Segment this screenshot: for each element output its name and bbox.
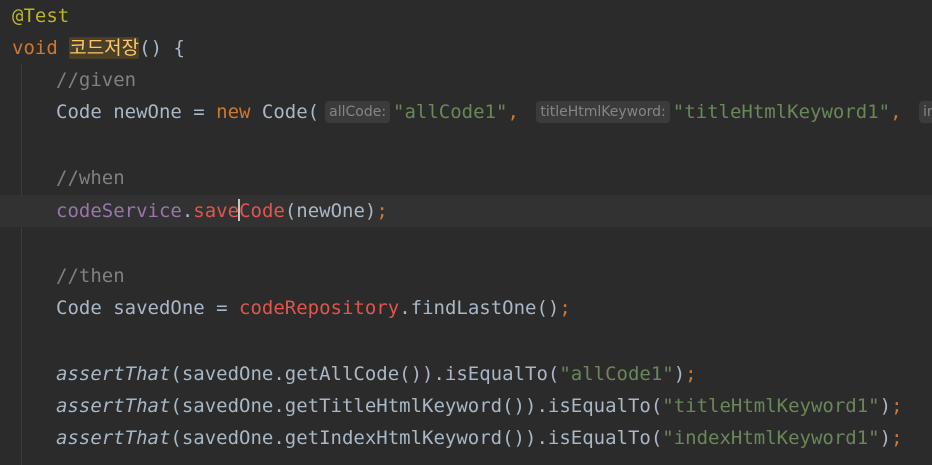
assert-fn: assertThat [56,427,171,449]
assert-value: "titleHtmlKeyword1" [662,395,880,417]
code-line-assert-title[interactable]: assertThat(savedOne.getTitleHtmlKeyword(… [0,390,932,422]
when-comment: //when [56,167,125,189]
param-hint-title: titleHtmlKeyword: [536,101,670,123]
semicolon: ; [891,427,903,449]
assert-inner: (savedOne.getAllCode()).isEqualTo( [170,363,560,385]
semicolon: ; [685,363,697,385]
assert-close: ) [879,395,892,417]
test-annotation: @Test [12,5,70,27]
return-type: void [12,37,58,59]
assert-statement: assertThat(savedOne.getTitleHtmlKeyword(… [56,390,903,422]
param-hint-index: inc [919,101,932,123]
assert-statement: assertThat(savedOne.getIndexHtmlKeyword(… [56,422,903,454]
dot: . [181,200,194,222]
type-var-savedone: Code savedOne = [56,297,240,319]
new-keyword: new [216,101,251,123]
code-line-given-comment[interactable]: //given [0,64,932,96]
assert-fn: assertThat [56,395,171,417]
given-comment: //given [56,69,137,91]
code-line-find-last[interactable]: Code savedOne = codeRepository.findLastO… [0,292,932,324]
semicolon: ; [376,200,388,222]
assert-close: ) [879,427,892,449]
code-line-then-comment[interactable]: //then [0,260,932,292]
arg-allcode: "allCode1" [393,101,508,123]
method-name: 코드저장 [69,37,140,59]
find-last-call: .findLastOne() [399,297,560,319]
method-signature: void 코드저장() { [12,32,185,64]
then-comment: //then [56,265,125,287]
new-code-statement: Code newOne = new Code(allCode: "allCode1… [56,96,932,128]
code-line-assert-allcode[interactable]: assertThat(savedOne.getAllCode()).isEqua… [0,358,932,390]
code-line-annotation[interactable]: @Test [0,0,932,32]
constructor-call: Code( [250,101,320,123]
assert-statement: assertThat(savedOne.getAllCode()).isEqua… [56,358,697,390]
code-line-save-code[interactable]: codeService.saveCode(newOne); [0,195,932,227]
field-codeservice: codeService [56,200,182,222]
find-last-statement: Code savedOne = codeRepository.findLastO… [56,292,571,324]
code-editor[interactable]: @Test void 코드저장() { //given Code newOne … [0,0,932,465]
assert-value: "indexHtmlKeyword1" [662,427,880,449]
save-code-statement: codeService.saveCode(newOne); [56,195,388,227]
code-line-assert-index[interactable]: assertThat(savedOne.getIndexHtmlKeyword(… [0,422,932,454]
code-line-method-signature[interactable]: void 코드저장() { [0,32,932,64]
var-newone: newOne = [101,101,217,123]
type-code: Code [56,101,102,123]
assert-value: "allCode1" [559,363,674,385]
param-hint-allcode: allCode: [325,101,391,123]
comma: , [507,101,519,123]
code-line-when-comment[interactable]: //when [0,162,932,194]
assert-close: ) [673,363,686,385]
call-args: (newOne) [284,200,377,222]
comma: , [890,101,902,123]
assert-inner: (savedOne.getIndexHtmlKeyword()).isEqual… [170,427,663,449]
semicolon: ; [559,297,571,319]
semicolon: ; [891,395,903,417]
assert-fn: assertThat [56,363,171,385]
code-line-new-code[interactable]: Code newOne = new Code(allCode: "allCode1… [0,96,932,128]
assert-inner: (savedOne.getTitleHtmlKeyword()).isEqual… [170,395,663,417]
signature-tail: () { [139,37,185,59]
arg-title: "titleHtmlKeyword1" [672,101,891,123]
method-save: save [193,200,240,222]
field-coderepository: codeRepository [239,297,400,319]
method-code: Code [239,200,285,222]
